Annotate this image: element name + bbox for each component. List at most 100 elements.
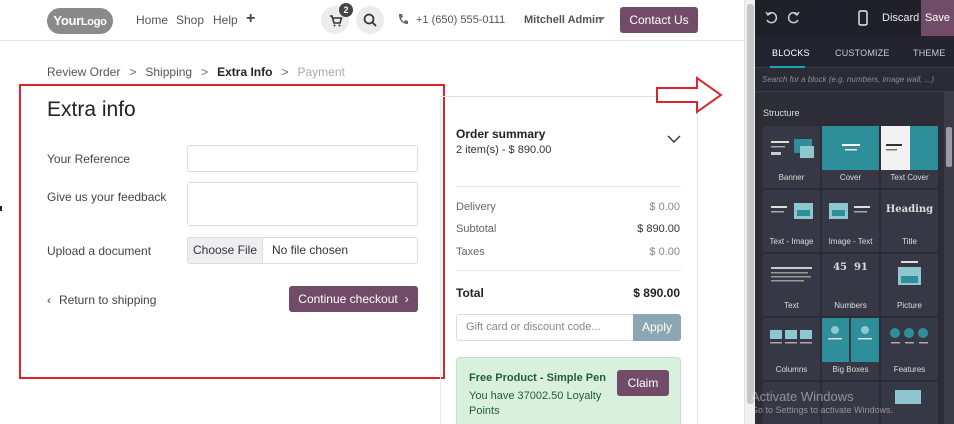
nav-link-help[interactable]: Help xyxy=(213,13,238,27)
mobile-preview-icon[interactable] xyxy=(858,10,868,26)
block-text[interactable]: Text xyxy=(763,254,820,316)
image-text-thumbnail-icon xyxy=(829,203,870,219)
taxes-value: $ 0.00 xyxy=(649,246,680,258)
redo-icon[interactable] xyxy=(787,10,801,24)
delivery-value: $ 0.00 xyxy=(649,201,680,213)
block-image-text[interactable]: Image - Text xyxy=(822,190,879,252)
block-big-boxes[interactable]: Big Boxes xyxy=(822,318,879,380)
block-numbers[interactable]: 45 91 Numbers xyxy=(822,254,879,316)
logo-text-2: Logo xyxy=(80,16,107,28)
tab-blocks[interactable]: BLOCKS xyxy=(772,48,810,58)
promo-code-input[interactable]: Gift card or discount code... xyxy=(456,314,634,341)
column-divider xyxy=(440,96,441,424)
reward-text: You have 37002.50 Loyalty Points xyxy=(469,390,602,417)
block-label: Text Cover xyxy=(890,173,929,182)
text-thumbnail-icon xyxy=(771,267,812,282)
block-banner[interactable]: Banner xyxy=(763,126,820,188)
block-label: Picture xyxy=(897,301,922,310)
block-label: Cover xyxy=(839,173,862,182)
phone-icon xyxy=(399,14,408,24)
editor-scrollbar[interactable] xyxy=(944,92,954,424)
divider xyxy=(456,186,681,187)
block-label: Text xyxy=(784,301,799,310)
block-search-input[interactable]: Search for a block (e.g. numbers, image … xyxy=(755,68,954,92)
breadcrumb-payment: Payment xyxy=(297,65,345,79)
page-scrollbar[interactable] xyxy=(744,0,755,424)
add-page-icon[interactable]: + xyxy=(246,10,255,28)
website-editor-panel: Discard Save BLOCKS CUSTOMIZE THEME Sear… xyxy=(755,0,954,424)
checkout-breadcrumb: Review Order > Shipping > Extra Info > Payment xyxy=(47,65,345,79)
block-title[interactable]: Heading Title xyxy=(881,190,938,252)
section-title-structure: Structure xyxy=(763,108,800,118)
user-menu-caret-icon[interactable] xyxy=(597,17,605,21)
block-label: Numbers xyxy=(834,301,867,310)
block-features[interactable]: Features xyxy=(881,318,938,380)
block-label: Banner xyxy=(778,173,805,182)
os-watermark-title: Activate Windows xyxy=(751,389,854,404)
title-thumbnail: Heading xyxy=(885,204,934,215)
divider xyxy=(456,270,681,271)
subtotal-label: Subtotal xyxy=(456,223,497,235)
apply-button[interactable]: Apply xyxy=(633,314,681,341)
reward-title: Free Product - Simple Pen xyxy=(469,372,606,384)
discard-button[interactable]: Discard xyxy=(882,12,919,24)
highlight-annotation-box xyxy=(19,84,445,379)
editor-scrollbar-thumb[interactable] xyxy=(946,127,952,167)
columns-thumbnail-icon xyxy=(770,330,812,344)
block-text-image[interactable]: Text - Image xyxy=(763,190,820,252)
scrollbar-thumb[interactable] xyxy=(747,4,754,404)
block-label: Columns xyxy=(775,365,808,374)
tab-customize[interactable]: CUSTOMIZE xyxy=(835,48,890,58)
editor-tabs: BLOCKS CUSTOMIZE THEME xyxy=(755,36,954,68)
text-image-thumbnail-icon xyxy=(771,203,813,219)
search-button[interactable] xyxy=(356,6,384,34)
picture-thumbnail-icon xyxy=(898,261,921,285)
website-preview: YourLogo Home Shop Help + 2 +1 (650) 555… xyxy=(0,0,744,424)
breadcrumb-separator: > xyxy=(201,65,209,79)
phone-number[interactable]: +1 (650) 555-0111 xyxy=(416,14,505,26)
user-menu[interactable]: Mitchell Admin xyxy=(524,14,602,26)
breadcrumb-review-order[interactable]: Review Order xyxy=(47,65,120,79)
block-columns[interactable]: Columns xyxy=(763,318,820,380)
contact-us-button[interactable]: Contact Us xyxy=(620,7,698,33)
subtotal-value: $ 890.00 xyxy=(637,223,680,235)
save-button[interactable]: Save xyxy=(921,0,954,36)
total-value: $ 890.00 xyxy=(633,286,680,300)
claim-button[interactable]: Claim xyxy=(617,370,669,396)
order-summary-title: Order summary xyxy=(456,127,546,141)
order-summary-items: 2 item(s) - $ 890.00 xyxy=(456,144,552,156)
text-cover-thumbnail-icon xyxy=(881,126,938,170)
banner-thumbnail-icon xyxy=(771,139,814,158)
block-text-cover[interactable]: Text Cover xyxy=(881,126,938,188)
search-icon xyxy=(363,13,377,27)
delivery-label: Delivery xyxy=(456,201,496,213)
os-watermark-subtitle: Go to Settings to activate Windows. xyxy=(751,405,894,415)
features-thumbnail-icon xyxy=(890,328,928,344)
block-label: Image - Text xyxy=(828,237,873,246)
site-logo[interactable]: YourLogo xyxy=(47,8,113,34)
edge-marker xyxy=(0,206,2,211)
cart-count-badge: 2 xyxy=(339,3,353,17)
block-label: Big Boxes xyxy=(832,365,869,374)
undo-icon[interactable] xyxy=(764,10,778,24)
nav-link-home[interactable]: Home xyxy=(136,13,168,27)
big-boxes-thumbnail-icon xyxy=(822,318,879,362)
reward-card: Free Product - Simple Pen You have 37002… xyxy=(456,357,681,424)
block-label: Text - Image xyxy=(769,237,814,246)
partial-thumbnail-icon xyxy=(895,390,921,404)
logo-text-1: Your xyxy=(53,13,81,28)
arrow-annotation-icon xyxy=(656,76,723,114)
block-partial[interactable] xyxy=(881,382,938,424)
nav-link-shop[interactable]: Shop xyxy=(176,13,204,27)
block-label: Title xyxy=(902,237,917,246)
breadcrumb-shipping[interactable]: Shipping xyxy=(145,65,192,79)
numbers-thumbnail: 45 91 xyxy=(833,262,868,273)
breadcrumb-separator: > xyxy=(129,65,137,79)
block-picture[interactable]: Picture xyxy=(881,254,938,316)
block-label: Features xyxy=(893,365,926,374)
breadcrumb-extra-info: Extra Info xyxy=(217,65,273,79)
chevron-down-icon[interactable] xyxy=(667,134,681,144)
cover-thumbnail-icon xyxy=(822,126,879,170)
tab-theme[interactable]: THEME xyxy=(913,48,946,58)
block-cover[interactable]: Cover xyxy=(822,126,879,188)
